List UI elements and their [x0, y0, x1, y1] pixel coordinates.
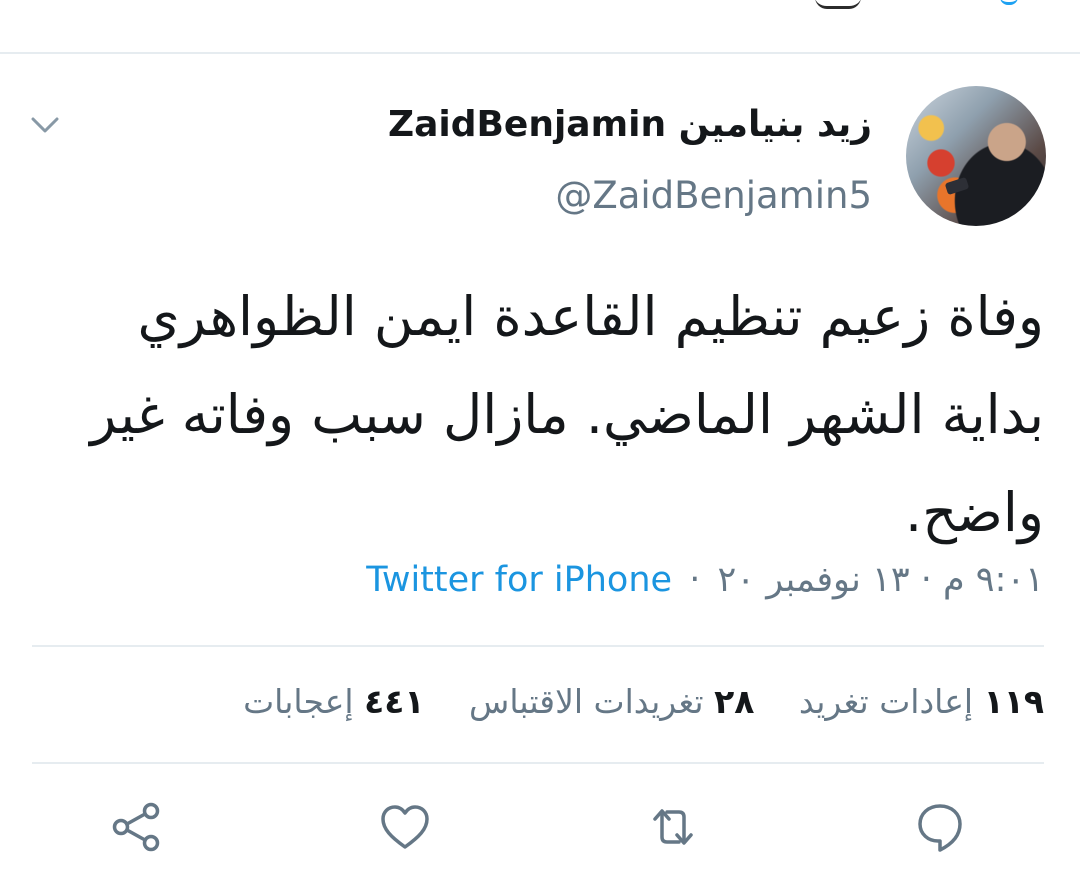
separator-dot: · — [689, 560, 701, 600]
retweets-label: إعادات تغريد — [798, 682, 974, 721]
user-handle[interactable]: @ZaidBenjamin5 — [555, 174, 872, 217]
reply-icon — [918, 804, 962, 852]
likes-label: إعجابات — [243, 682, 354, 721]
chevron-down-icon[interactable] — [28, 112, 62, 140]
divider — [32, 762, 1044, 764]
quote-tweets-count: ٢٨ — [714, 682, 755, 721]
share-button[interactable] — [107, 797, 167, 857]
retweets-count: ١١٩ — [983, 682, 1044, 721]
tweet-source-link[interactable]: Twitter for iPhone — [366, 560, 672, 600]
divider — [0, 52, 1080, 54]
likes-stat[interactable]: ٤٤١ إعجابات — [243, 682, 424, 721]
quote-tweets-label: تغريدات الاقتباس — [469, 682, 704, 721]
tweet-meta: ٩:٠١ م · ١٣ نوفمبر ٢٠ · Twitter for iPho… — [366, 560, 1044, 600]
previous-tweet-fragment — [815, 0, 861, 9]
tweet-timestamp: ٩:٠١ م · ١٣ نوفمبر ٢٠ — [717, 560, 1044, 600]
heart-icon — [381, 805, 429, 849]
previous-tweet-edge — [0, 0, 1080, 52]
previous-tweet-link-fragment — [1000, 0, 1018, 5]
retweet-button[interactable] — [643, 797, 703, 857]
avatar[interactable] — [906, 86, 1046, 226]
display-name[interactable]: زيد بنيامين ZaidBenjamin — [388, 104, 872, 145]
tweet-stats: ١١٩ إعادات تغريد ٢٨ تغريدات الاقتباس ٤٤١… — [209, 682, 1044, 721]
tweet-text: وفاة زعيم تنظيم القاعدة ايمن الظواهري بد… — [90, 285, 1044, 544]
retweets-stat[interactable]: ١١٩ إعادات تغريد — [788, 682, 1044, 721]
likes-count: ٤٤١ — [364, 682, 425, 721]
divider — [32, 645, 1044, 647]
share-icon — [112, 802, 160, 852]
retweet-icon — [653, 809, 693, 845]
reply-button[interactable] — [910, 797, 970, 857]
avatar-detail — [944, 176, 970, 196]
like-button[interactable] — [375, 797, 435, 857]
quote-tweets-stat[interactable]: ٢٨ تغريدات الاقتباس — [459, 682, 755, 721]
